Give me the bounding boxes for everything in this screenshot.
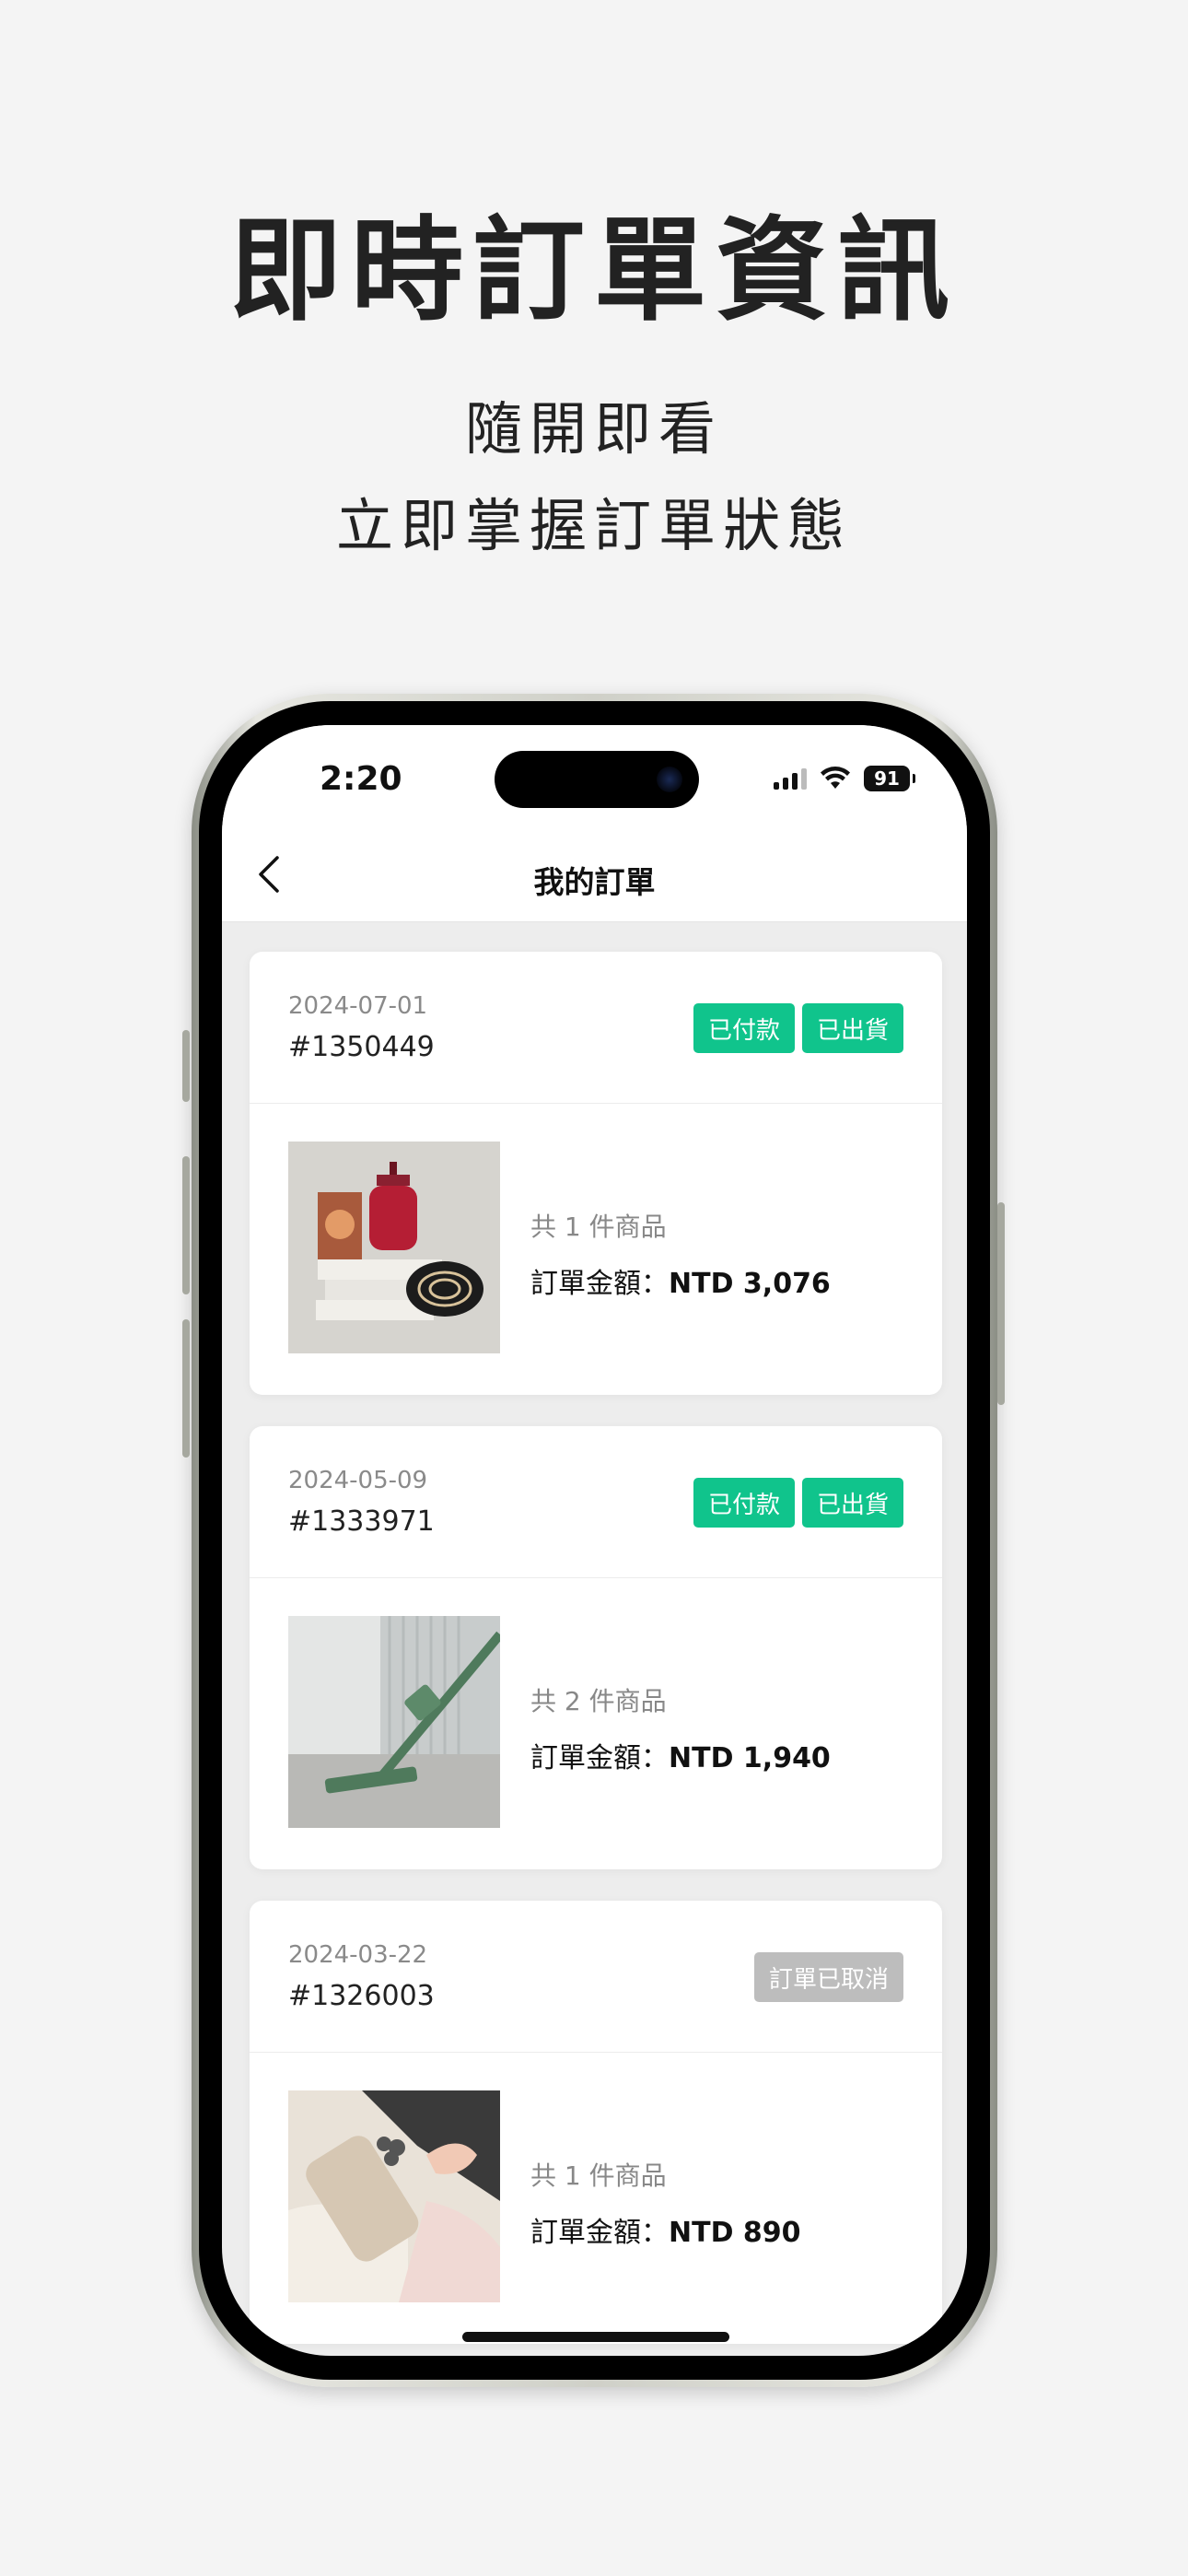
status-badge-cancelled: 訂單已取消	[753, 1952, 903, 2002]
wifi-icon	[821, 767, 850, 789]
status-badge-paid: 已付款	[693, 1003, 795, 1053]
status-badge-shipped: 已出貨	[801, 1478, 903, 1528]
phone-volume-up-button	[182, 1156, 190, 1294]
order-card[interactable]: 2024-03-22 #1326003 訂單已取消 共 1 件商品 訂單金額：N…	[250, 1901, 942, 2344]
home-indicator[interactable]	[462, 2332, 729, 2342]
promo-subline-2: 立即掌握訂單狀態	[335, 492, 852, 559]
status-badge-paid: 已付款	[693, 1478, 795, 1528]
promo-headline: 即時訂單資訊	[229, 205, 959, 336]
order-card[interactable]: 2024-07-01 #1350449 已付款 已出貨 共 1 件商品 訂單金額…	[250, 952, 942, 1395]
item-count: 共 2 件商品	[530, 1686, 667, 1716]
order-amount: 訂單金額：NTD 3,076	[530, 1268, 831, 1300]
order-card-header: 2024-07-01 #1350449 已付款 已出貨	[250, 952, 942, 1104]
order-card-header: 2024-05-09 #1333971 已付款 已出貨	[250, 1426, 942, 1578]
front-camera-icon	[657, 767, 682, 792]
item-count: 共 1 件商品	[530, 1212, 667, 1242]
order-date: 2024-07-01	[288, 992, 428, 1020]
order-amount: 訂單金額：NTD 890	[530, 2217, 801, 2249]
order-date: 2024-03-22	[288, 1941, 428, 1969]
dynamic-island	[495, 751, 699, 808]
order-card[interactable]: 2024-05-09 #1333971 已付款 已出貨 共 2 件商品 訂單金額…	[250, 1426, 942, 1869]
status-badge-shipped: 已出貨	[801, 1003, 903, 1053]
phone-screen: 2:20 91 我的訂單 2024-07-01 #1350449 已付款 已出貨…	[222, 725, 967, 2356]
page-title: 我的訂單	[533, 864, 656, 900]
order-number: #1326003	[288, 1980, 435, 2012]
order-card-body: 共 2 件商品 訂單金額：NTD 1,940	[250, 1578, 942, 1869]
nav-bar: 我的訂單	[222, 826, 967, 922]
status-bar: 2:20 91	[222, 725, 967, 826]
order-amount: 訂單金額：NTD 1,940	[530, 1742, 831, 1774]
order-number: #1333971	[288, 1505, 435, 1538]
order-date: 2024-05-09	[288, 1467, 428, 1494]
battery-icon: 91	[864, 766, 915, 791]
phone-action-button	[182, 1030, 190, 1102]
phone-power-button	[997, 1202, 1005, 1405]
promo-subline-1: 隨開即看	[464, 395, 723, 463]
product-thumbnail	[288, 1142, 500, 1353]
order-card-header: 2024-03-22 #1326003 訂單已取消	[250, 1901, 942, 2053]
product-thumbnail	[288, 1616, 500, 1828]
order-card-body: 共 1 件商品 訂單金額：NTD 3,076	[250, 1104, 942, 1395]
cellular-signal-icon	[774, 767, 807, 790]
order-number: #1350449	[288, 1031, 435, 1063]
order-card-body: 共 1 件商品 訂單金額：NTD 890	[250, 2053, 942, 2344]
item-count: 共 1 件商品	[530, 2160, 667, 2191]
order-list: 2024-07-01 #1350449 已付款 已出貨 共 1 件商品 訂單金額…	[250, 952, 942, 2356]
product-thumbnail	[288, 2090, 500, 2302]
status-time: 2:20	[320, 760, 402, 798]
phone-volume-down-button	[182, 1319, 190, 1458]
